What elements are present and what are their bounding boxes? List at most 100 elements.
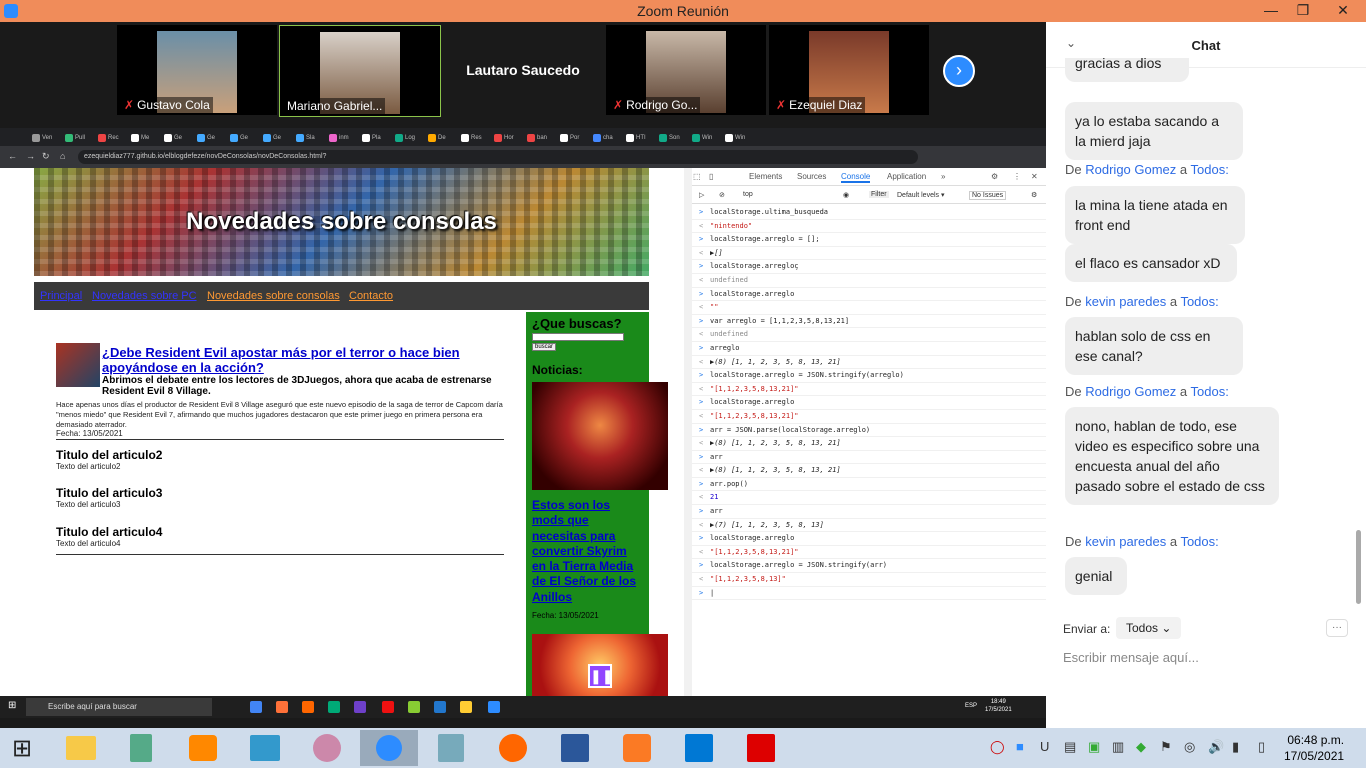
reload-icon[interactable]: ↻: [42, 151, 50, 162]
word-icon[interactable]: [546, 730, 604, 766]
home-icon[interactable]: ⌂: [60, 151, 65, 161]
search-input[interactable]: [532, 333, 624, 341]
browser-tab[interactable]: Ge: [164, 131, 182, 145]
browser-tab[interactable]: De: [428, 131, 446, 145]
tab-sources[interactable]: Sources: [797, 172, 826, 181]
news-link[interactable]: Estos son los mods que necesitas para co…: [532, 498, 644, 605]
back-icon[interactable]: ←: [8, 151, 17, 161]
browser-tab[interactable]: Me: [131, 131, 149, 145]
zoom-tray-icon[interactable]: ■: [1016, 739, 1024, 754]
calculator-icon[interactable]: [112, 730, 170, 766]
search-button[interactable]: buscar: [532, 343, 557, 351]
news-image[interactable]: [532, 382, 668, 490]
next-page-button[interactable]: ›: [943, 55, 975, 87]
paint-icon[interactable]: [298, 730, 356, 766]
windows-start-icon[interactable]: ⊞: [8, 700, 16, 711]
explorer-icon[interactable]: [460, 701, 472, 713]
browser-tab[interactable]: Hor: [494, 131, 514, 145]
filter-input[interactable]: Filter: [869, 191, 889, 198]
zoom-taskbar-icon[interactable]: [360, 730, 418, 766]
settings-icon[interactable]: ⚙: [991, 172, 998, 181]
maximize-button[interactable]: ❐: [1288, 2, 1318, 19]
chrome-icon[interactable]: [250, 701, 262, 713]
update-tray-icon[interactable]: ▣: [1088, 739, 1100, 755]
console-output-line[interactable]: < ▶(8) [1, 1, 2, 3, 5, 8, 13, 21]: [685, 437, 1047, 451]
chat-scrollbar[interactable]: [1356, 70, 1361, 604]
pdf-reader-icon[interactable]: [732, 730, 790, 766]
console-output-line[interactable]: < ▶[]: [685, 247, 1047, 261]
firefox-icon[interactable]: [276, 701, 288, 713]
nav-link-contacto[interactable]: Contacto: [349, 290, 393, 302]
send-to-select[interactable]: Todos ⌄: [1116, 617, 1182, 639]
recipient-name[interactable]: Todos:: [1191, 384, 1229, 399]
browser-tab[interactable]: Ge: [197, 131, 215, 145]
nav-link-consolas[interactable]: Novedades sobre consolas: [207, 290, 340, 302]
taskbar-search[interactable]: Escribe aquí para buscar: [26, 698, 212, 716]
opera-icon[interactable]: [382, 701, 394, 713]
sender-name[interactable]: kevin paredes: [1085, 294, 1166, 309]
browser-tab[interactable]: Win: [692, 131, 712, 145]
file-explorer-icon[interactable]: [52, 730, 110, 766]
console-settings-icon[interactable]: ⚙: [1031, 191, 1037, 199]
console-output-line[interactable]: < ▶(8) [1, 1, 2, 3, 5, 8, 13, 21]: [685, 356, 1047, 370]
tab-elements[interactable]: Elements: [749, 172, 782, 181]
network-tray-icon[interactable]: ◎: [1184, 739, 1195, 755]
more-tabs-icon[interactable]: »: [941, 172, 945, 181]
tab-application[interactable]: Application: [887, 172, 926, 181]
console-output-line[interactable]: < ▶(8) [1, 1, 2, 3, 5, 8, 13, 21]: [685, 464, 1047, 478]
vscode-icon[interactable]: [670, 730, 728, 766]
browser-tab[interactable]: Win: [725, 131, 745, 145]
eye-icon[interactable]: ◉: [843, 191, 849, 199]
inspect-icon[interactable]: ⬚: [693, 172, 701, 181]
notepad-icon[interactable]: [408, 701, 420, 713]
zoom-icon[interactable]: [488, 701, 500, 713]
opera-tray-icon[interactable]: ◯: [990, 739, 1005, 755]
browser-tab[interactable]: Por: [560, 131, 579, 145]
browser-tab[interactable]: HTI: [626, 131, 646, 145]
forward-icon[interactable]: →: [26, 151, 35, 161]
flag-tray-icon[interactable]: ⚑: [1160, 739, 1172, 755]
xampp-icon[interactable]: [302, 701, 314, 713]
browser-tab[interactable]: Pla: [362, 131, 381, 145]
browser-tab[interactable]: Log: [395, 131, 415, 145]
nav-link-pc[interactable]: Novedades sobre PC: [92, 290, 197, 302]
participant-tile[interactable]: ✗ Rodrigo Go...: [606, 25, 766, 115]
nav-link-principal[interactable]: Principal: [40, 290, 82, 302]
windows-start-icon[interactable]: ⊞: [12, 734, 32, 763]
menu-icon[interactable]: ⋮: [1013, 172, 1021, 181]
sender-name[interactable]: kevin paredes: [1085, 534, 1166, 549]
close-button[interactable]: ✕: [1328, 2, 1358, 19]
close-devtools-icon[interactable]: ✕: [1031, 172, 1038, 181]
xampp-icon[interactable]: [608, 730, 666, 766]
device-icon[interactable]: ▯: [709, 172, 713, 181]
participant-tile-active[interactable]: Mariano Gabriel...: [279, 25, 441, 117]
browser-tab[interactable]: inm: [329, 131, 349, 145]
browser-tab[interactable]: Rec: [98, 131, 119, 145]
levels-select[interactable]: Default levels ▾: [897, 191, 944, 199]
browser-tab[interactable]: Ge: [263, 131, 281, 145]
edge-icon[interactable]: [328, 701, 340, 713]
browser-tab[interactable]: Sla: [296, 131, 315, 145]
more-options-button[interactable]: ···: [1326, 619, 1348, 637]
recipient-name[interactable]: Todos:: [1180, 294, 1218, 309]
usb-tray-icon[interactable]: ▥: [1112, 739, 1124, 755]
context-select[interactable]: top: [743, 191, 753, 198]
issues-button[interactable]: No Issues: [969, 191, 1007, 200]
network-app-icon[interactable]: [236, 730, 294, 766]
firefox-icon[interactable]: [484, 730, 542, 766]
clear-console-icon[interactable]: ⊘: [719, 191, 725, 199]
browser-tab[interactable]: ban: [527, 131, 547, 145]
browser-tab[interactable]: Son: [659, 131, 680, 145]
article-title-link[interactable]: ¿Debe Resident Evil apostar más por el t…: [102, 345, 502, 375]
printer-tray-icon[interactable]: ▤: [1064, 739, 1076, 755]
participant-tile[interactable]: ✗ Ezequiel Diaz: [769, 25, 929, 115]
browser-tab[interactable]: cha: [593, 131, 613, 145]
browser-tab[interactable]: Res: [461, 131, 482, 145]
vscode-icon[interactable]: [434, 701, 446, 713]
sender-name[interactable]: Rodrigo Gomez: [1085, 162, 1176, 177]
tab-console[interactable]: Console: [841, 172, 871, 183]
u-tray-icon[interactable]: U: [1040, 739, 1049, 754]
news-image-2[interactable]: ❚❚: [532, 634, 668, 698]
system-clock[interactable]: 06:48 p.m. 17/05/2021: [1284, 732, 1344, 764]
recipient-name[interactable]: Todos:: [1180, 534, 1218, 549]
